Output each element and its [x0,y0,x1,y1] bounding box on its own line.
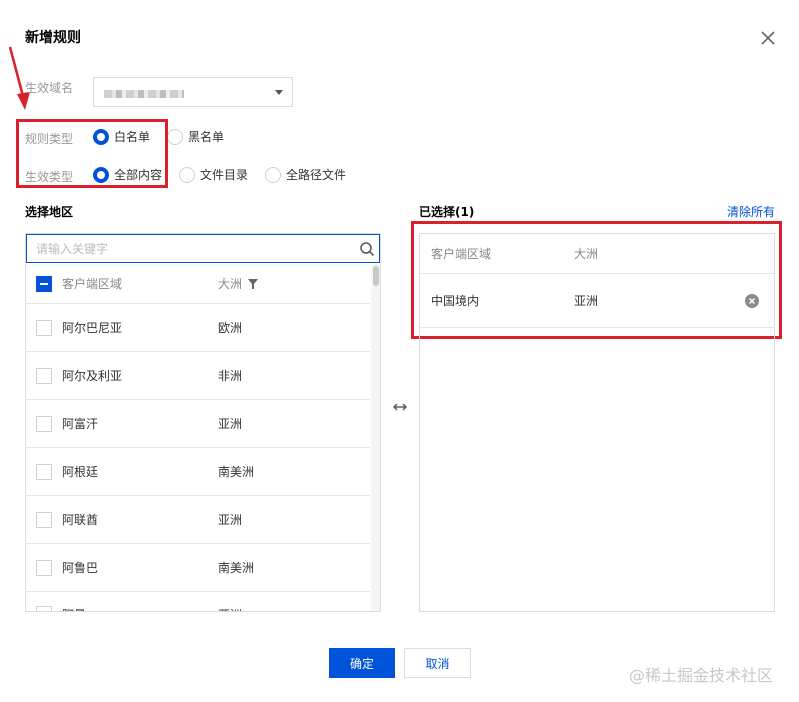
select-all-checkbox[interactable] [36,275,52,292]
radio-blacklist[interactable]: 黑名单 [167,128,224,145]
search-box [26,234,380,263]
cell-region: 阿曼 [62,606,218,611]
table-header: 客户端区域 大洲 [420,234,774,274]
cell-region: 阿根廷 [62,465,99,479]
selected-row: 中国境内 亚洲 [420,274,774,328]
cancel-button[interactable]: 取消 [404,648,471,678]
column-header-region: 客户端区域 [431,247,492,261]
cell-region: 阿尔及利亚 [62,369,123,383]
radio-label: 全路径文件 [286,168,347,182]
domain-label: 生效域名 [25,81,74,95]
cell-region: 中国境内 [431,294,480,308]
chevron-down-icon [275,90,283,95]
right-section-title: 已选择(1) [419,205,475,219]
cell-continent: 亚洲 [218,417,243,431]
scrollbar-thumb[interactable] [373,266,379,286]
cell-continent: 南美洲 [218,465,255,479]
confirm-button[interactable]: 确定 [329,648,395,678]
row-checkbox[interactable] [36,511,52,528]
cell-continent: 亚洲 [574,294,599,308]
table-row[interactable]: 阿联酋 亚洲 [26,496,370,544]
search-input[interactable] [36,240,336,258]
watermark: @稀土掘金技术社区 [629,666,774,685]
row-checkbox[interactable] [36,463,52,480]
radio-label: 文件目录 [200,168,249,182]
radio-file-directory[interactable]: 文件目录 [179,166,248,183]
radio-dot-icon [167,128,183,145]
transfer-arrows-icon [393,403,407,411]
cell-region: 阿鲁巴 [62,561,99,575]
column-header-region: 客户端区域 [62,277,123,291]
cell-region: 阿联酋 [62,513,99,527]
cell-region: 阿富汗 [62,417,99,431]
cell-continent: 南美洲 [218,561,255,575]
domain-value-blurred [104,90,184,98]
row-checkbox[interactable] [36,319,52,336]
domain-select[interactable] [93,77,293,107]
region-selected-panel: 客户端区域 大洲 中国境内 亚洲 [419,233,775,612]
table-row[interactable]: 阿富汗 亚洲 [26,400,370,448]
row-checkbox[interactable] [36,559,52,576]
scrollbar[interactable] [371,264,380,611]
cell-region: 阿尔巴尼亚 [62,321,123,335]
column-header-continent: 大洲 [218,277,243,291]
row-checkbox[interactable] [36,415,52,432]
radio-label: 黑名单 [188,130,225,144]
table-row[interactable]: 阿根廷 南美洲 [26,448,370,496]
annotation-box-rule-type [16,119,168,188]
cell-continent: 欧洲 [218,321,243,335]
radio-dot-icon [179,166,195,183]
table-row[interactable]: 阿鲁巴 南美洲 [26,544,370,592]
clear-all-link[interactable]: 清除所有 [727,203,775,220]
cell-continent: 非洲 [218,369,243,383]
remove-circle-icon[interactable] [745,293,759,308]
row-checkbox[interactable] [36,606,52,611]
radio-full-path-file[interactable]: 全路径文件 [265,166,346,183]
column-header-continent: 大洲 [574,247,599,261]
cell-continent: 亚洲 [218,513,243,527]
table-row[interactable]: 阿尔巴尼亚 欧洲 [26,304,370,352]
region-source-panel: 客户端区域 大洲 阿尔巴尼亚 欧洲 阿尔及利亚 非洲 阿富汗 亚洲 阿根廷 南美… [25,233,381,612]
search-icon[interactable] [359,241,375,257]
cell-continent: 亚洲 [218,606,338,611]
annotation-arrow-icon [8,46,30,110]
left-section-title: 选择地区 [25,205,74,219]
radio-dot-icon [265,166,281,183]
table-header: 客户端区域 大洲 [26,264,370,304]
table-row[interactable]: 阿尔及利亚 非洲 [26,352,370,400]
table-row[interactable]: 阿曼 亚洲 [26,592,370,611]
filter-icon[interactable] [248,278,259,289]
row-checkbox[interactable] [36,367,52,384]
close-icon[interactable] [760,30,776,46]
